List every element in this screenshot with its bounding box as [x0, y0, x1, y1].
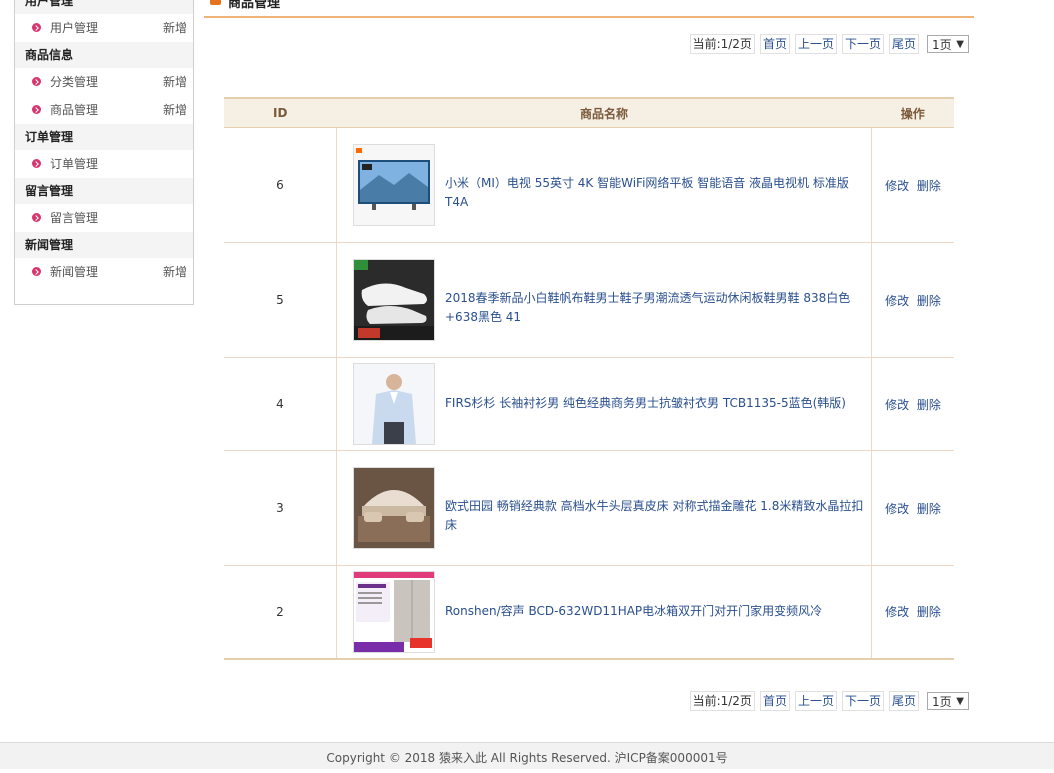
page-select[interactable]: 1页 ▼ — [927, 35, 969, 53]
section-icon — [210, 0, 221, 5]
copyright-text: Copyright © 2018 猿来入此 All Rights Reserve… — [326, 751, 728, 765]
table-row: 3 欧式田园 畅销经典款 高档水牛头层真皮床 对称式描金雕花 1.8米精致水晶拉… — [224, 450, 954, 566]
chevron-right-icon — [32, 213, 41, 222]
page-select[interactable]: 1页 ▼ — [927, 692, 969, 710]
sidebar-add-link[interactable]: 新增 — [163, 14, 187, 42]
sidebar-group-news: 新闻管理 — [15, 232, 193, 258]
sidebar-item-label: 商品管理 — [50, 103, 99, 117]
edit-link[interactable]: 修改 — [885, 294, 909, 308]
table-row: 6 小米（MI）电视 55英寸 4K 智能WiFi网络平板 智能语音 液晶电视机 — [224, 127, 954, 243]
sidebar-item-user-manage[interactable]: 用户管理 新增 — [15, 14, 193, 42]
sidebar-item-order-manage[interactable]: 订单管理 — [15, 150, 193, 178]
dropdown-arrow-icon: ▼ — [956, 696, 964, 707]
sidebar-item-news-manage[interactable]: 新闻管理 新增 — [15, 258, 193, 286]
table-header-row: ID 商品名称 操作 — [224, 97, 954, 128]
column-header-id: ID — [224, 97, 337, 128]
goods-ops: 修改 删除 — [871, 127, 954, 243]
goods-id: 4 — [224, 357, 337, 451]
page-select-value: 1页 — [932, 38, 952, 52]
sidebar-item-label: 留言管理 — [50, 211, 99, 225]
goods-thumbnail-tv[interactable] — [353, 144, 435, 226]
footer: Copyright © 2018 猿来入此 All Rights Reserve… — [0, 742, 1054, 769]
delete-link[interactable]: 删除 — [917, 398, 941, 412]
sidebar-group-user: 用户管理 — [15, 0, 193, 14]
goods-id: 2 — [224, 565, 337, 660]
main-header: 商品管理 — [204, 0, 974, 18]
goods-ops: 修改 删除 — [871, 357, 954, 451]
sidebar-item-message-manage[interactable]: 留言管理 — [15, 204, 193, 232]
page-select-value: 1页 — [932, 695, 952, 709]
pager-prev-link[interactable]: 上一页 — [794, 691, 837, 711]
goods-table: ID 商品名称 操作 6 小米（MI）电视 55英寸 4K 智能WiFi网络平板… — [224, 97, 954, 660]
pager-next-link[interactable]: 下一页 — [841, 691, 884, 711]
goods-ops: 修改 删除 — [871, 450, 954, 566]
pager-prev-link[interactable]: 上一页 — [794, 34, 837, 54]
sidebar-group-message: 留言管理 — [15, 178, 193, 204]
sidebar-item-label: 分类管理 — [50, 75, 99, 89]
chevron-right-icon — [32, 23, 41, 32]
sidebar-item-label: 订单管理 — [50, 157, 99, 171]
chevron-right-icon — [32, 105, 41, 114]
pager-first-link[interactable]: 首页 — [759, 691, 790, 711]
goods-name-cell: Ronshen/容声 BCD-632WD11HAP电冰箱双开门对开门家用变频风冷 — [336, 565, 872, 660]
goods-thumbnail-shirt[interactable] — [353, 363, 435, 445]
goods-thumbnail-fridge[interactable] — [353, 570, 435, 653]
sidebar-item-label: 新闻管理 — [50, 265, 99, 279]
goods-ops: 修改 删除 — [871, 565, 954, 660]
edit-link[interactable]: 修改 — [885, 398, 909, 412]
pager-top: 当前:1/2页 首页 上一页 下一页 尾页 1页 ▼ — [689, 33, 969, 55]
goods-name-cell: 欧式田园 畅销经典款 高档水牛头层真皮床 对称式描金雕花 1.8米精致水晶拉扣床 — [336, 450, 872, 566]
chevron-right-icon — [32, 267, 41, 276]
pager-bottom: 当前:1/2页 首页 上一页 下一页 尾页 1页 ▼ — [689, 690, 969, 712]
pager-current: 当前:1/2页 — [689, 34, 755, 54]
goods-id: 5 — [224, 242, 337, 358]
goods-id: 6 — [224, 127, 337, 243]
delete-link[interactable]: 删除 — [917, 294, 941, 308]
delete-link[interactable]: 删除 — [917, 502, 941, 516]
goods-id: 3 — [224, 450, 337, 566]
dropdown-arrow-icon: ▼ — [956, 39, 964, 50]
edit-link[interactable]: 修改 — [885, 605, 909, 619]
delete-link[interactable]: 删除 — [917, 605, 941, 619]
column-header-name: 商品名称 — [336, 97, 872, 128]
edit-link[interactable]: 修改 — [885, 179, 909, 193]
sidebar-item-label: 用户管理 — [50, 21, 99, 35]
chevron-right-icon — [32, 77, 41, 86]
table-row: 2 Ronshen/容声 BCD-632WD11HAP电冰箱双开门对开门家用变频… — [224, 565, 954, 660]
pager-first-link[interactable]: 首页 — [759, 34, 790, 54]
goods-name-cell: 2018春季新品小白鞋帆布鞋男士鞋子男潮流透气运动休闲板鞋男鞋 838白色+63… — [336, 242, 872, 358]
page-title: 商品管理 — [228, 0, 281, 11]
table-row: 4 FIRS杉杉 长袖衬衫男 纯色经典商务男士抗皱衬衣男 TCB1135-5蓝色… — [224, 357, 954, 451]
pager-last-link[interactable]: 尾页 — [888, 691, 919, 711]
goods-name-cell: FIRS杉杉 长袖衬衫男 纯色经典商务男士抗皱衬衣男 TCB1135-5蓝色(韩… — [336, 357, 872, 451]
sidebar-item-goods-manage[interactable]: 商品管理 新增 — [15, 96, 193, 124]
sidebar-group-goods: 商品信息 — [15, 42, 193, 68]
goods-thumbnail-bed[interactable] — [353, 467, 435, 549]
edit-link[interactable]: 修改 — [885, 502, 909, 516]
sidebar-add-link[interactable]: 新增 — [163, 258, 187, 286]
column-header-ops: 操作 — [871, 97, 954, 128]
pager-last-link[interactable]: 尾页 — [888, 34, 919, 54]
sidebar-item-category[interactable]: 分类管理 新增 — [15, 68, 193, 96]
table-row: 5 2018春季新品小白鞋帆布鞋男士鞋子男潮流透气运动休闲板鞋男鞋 838白色+… — [224, 242, 954, 358]
pager-current: 当前:1/2页 — [689, 691, 755, 711]
goods-thumbnail-shoes[interactable] — [353, 259, 435, 341]
sidebar-add-link[interactable]: 新增 — [163, 96, 187, 124]
sidebar: 用户管理 用户管理 新增 商品信息 分类管理 新增 商品管理 新增 订单管理 订… — [14, 0, 194, 305]
sidebar-add-link[interactable]: 新增 — [163, 68, 187, 96]
goods-ops: 修改 删除 — [871, 242, 954, 358]
sidebar-group-order: 订单管理 — [15, 124, 193, 150]
pager-next-link[interactable]: 下一页 — [841, 34, 884, 54]
delete-link[interactable]: 删除 — [917, 179, 941, 193]
chevron-right-icon — [32, 159, 41, 168]
goods-name-cell: 小米（MI）电视 55英寸 4K 智能WiFi网络平板 智能语音 液晶电视机 标… — [336, 127, 872, 243]
